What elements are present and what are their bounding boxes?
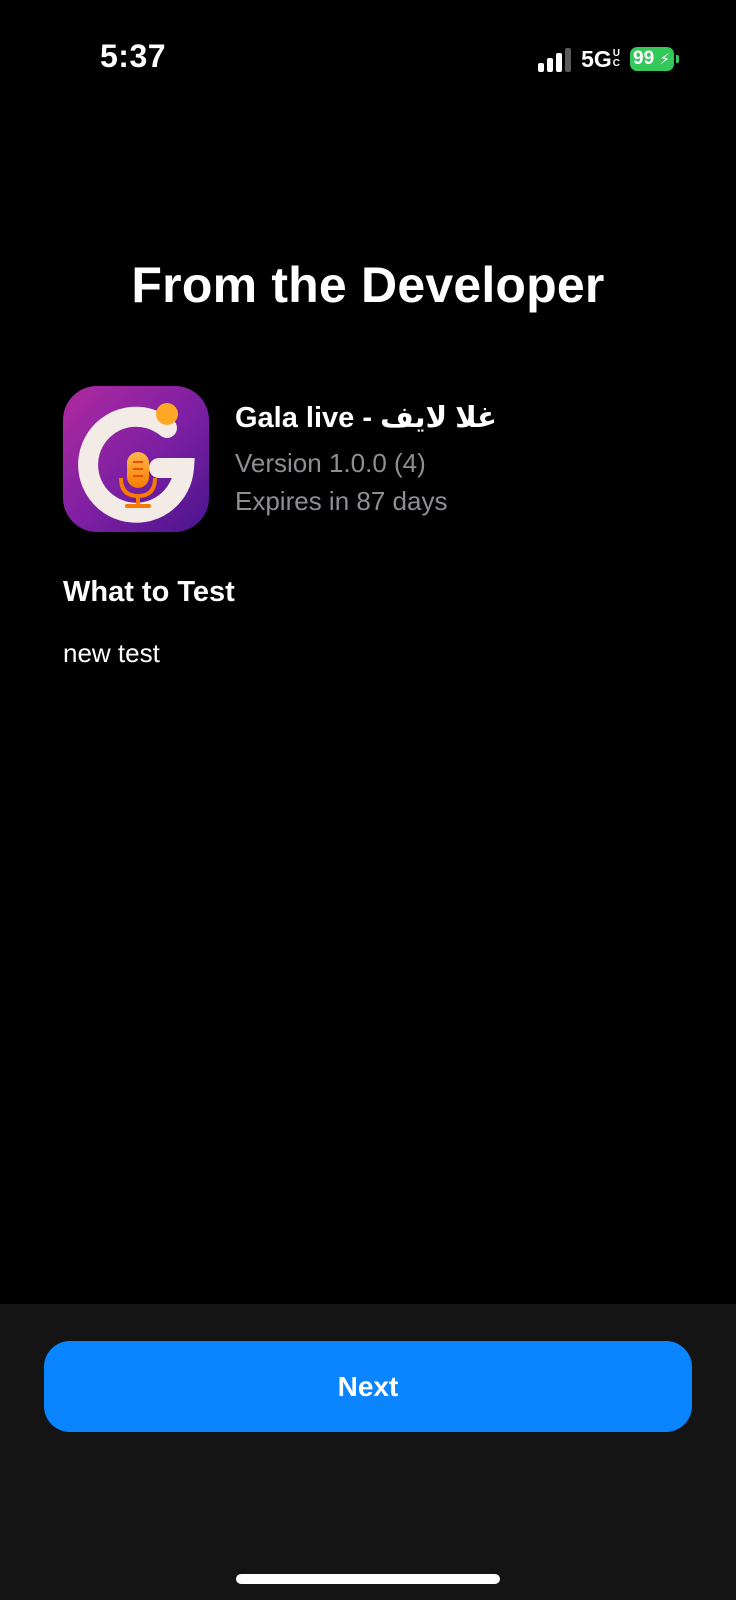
app-name: Gala live - غلا لايف	[235, 402, 497, 434]
home-indicator[interactable]	[236, 1574, 500, 1584]
network-label: 5G	[581, 45, 612, 72]
app-expiry: Expires in 87 days	[235, 486, 448, 516]
status-time: 5:37	[100, 38, 167, 74]
next-button[interactable]: Next	[44, 1341, 692, 1432]
battery-icon: 99 ⚡	[630, 47, 679, 71]
network-type: 5G U C	[581, 46, 620, 73]
what-to-test-notes: new test	[63, 638, 160, 668]
status-bar: 5:37 5G U C 99 ⚡	[0, 0, 736, 110]
status-indicators: 5G U C 99 ⚡	[538, 44, 679, 74]
gala-live-app-icon	[63, 386, 209, 532]
network-uc-label: U C	[612, 48, 620, 69]
battery-level: 99	[633, 48, 655, 69]
testflight-screen: 5:37 5G U C 99 ⚡ From the Developer Gala…	[0, 0, 736, 1600]
app-version: Version 1.0.0 (4)	[235, 448, 426, 478]
cellular-signal-icon	[538, 46, 572, 72]
bottom-action-panel: Next	[0, 1304, 736, 1600]
what-to-test-heading: What to Test	[63, 576, 235, 608]
page-title: From the Developer	[131, 257, 605, 313]
charging-bolt-icon: ⚡	[659, 51, 670, 68]
